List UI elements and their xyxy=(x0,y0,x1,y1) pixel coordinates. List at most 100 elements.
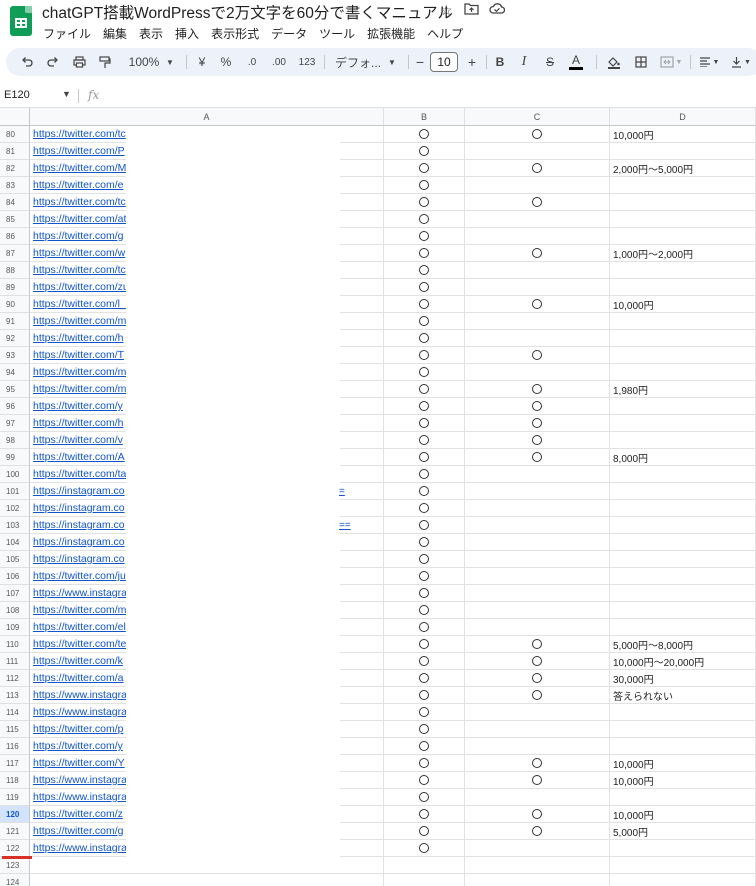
url-link[interactable]: https://twitter.com/A xyxy=(33,451,125,463)
url-link[interactable]: https://twitter.com/P xyxy=(33,145,125,157)
vertical-align-icon[interactable]: ▼ xyxy=(728,48,754,76)
cell-c[interactable] xyxy=(465,517,610,534)
row-number[interactable]: 118 xyxy=(0,772,30,789)
cell-d[interactable]: 10,000円 xyxy=(610,755,756,772)
url-link[interactable]: https://twitter.com/k xyxy=(33,655,123,667)
cell-d[interactable]: 答えられない xyxy=(610,687,756,704)
cell-d[interactable] xyxy=(610,704,756,721)
row-number[interactable]: 96 xyxy=(0,398,30,415)
cell-d[interactable]: 1,980円 xyxy=(610,381,756,398)
cell-c[interactable] xyxy=(465,160,610,177)
cell-d[interactable] xyxy=(610,602,756,619)
cell-b[interactable] xyxy=(384,126,465,143)
url-link[interactable]: https://twitter.com/e xyxy=(33,179,123,191)
row-number[interactable]: 117 xyxy=(0,755,30,772)
cell-c[interactable] xyxy=(465,347,610,364)
cell-c[interactable] xyxy=(465,415,610,432)
cell-d[interactable] xyxy=(610,534,756,551)
row-number[interactable]: 84 xyxy=(0,194,30,211)
column-header-c[interactable]: C xyxy=(465,108,610,126)
cell-b[interactable] xyxy=(384,262,465,279)
row-number[interactable]: 120 xyxy=(0,806,30,823)
cell-c[interactable] xyxy=(465,670,610,687)
url-link[interactable]: https://twitter.com/l_ xyxy=(33,298,126,310)
row-number[interactable]: 98 xyxy=(0,432,30,449)
cell-c[interactable] xyxy=(465,245,610,262)
cell-d[interactable] xyxy=(610,330,756,347)
cell-c[interactable] xyxy=(465,126,610,143)
cell-d[interactable]: 10,000円〜20,000円 xyxy=(610,653,756,670)
name-box[interactable]: E120 xyxy=(4,89,30,101)
cell-b[interactable] xyxy=(384,381,465,398)
cell-c[interactable] xyxy=(465,500,610,517)
cell-b[interactable] xyxy=(384,874,465,886)
italic-button[interactable]: I xyxy=(516,48,532,76)
row-number[interactable]: 102 xyxy=(0,500,30,517)
row-number[interactable]: 99 xyxy=(0,449,30,466)
increase-font-size-button[interactable]: + xyxy=(464,48,480,76)
url-link[interactable]: https://twitter.com/m xyxy=(33,383,126,395)
url-link[interactable]: https://www.instagra xyxy=(33,689,127,701)
row-number[interactable]: 106 xyxy=(0,568,30,585)
cell-d[interactable]: 10,000円 xyxy=(610,126,756,143)
url-link[interactable]: https://instagram.co xyxy=(33,519,125,531)
cell-c[interactable] xyxy=(465,398,610,415)
url-link[interactable]: https://www.instagra xyxy=(33,842,127,854)
cell-c[interactable] xyxy=(465,551,610,568)
url-link[interactable]: https://instagram.co xyxy=(33,553,125,565)
url-link[interactable]: https://twitter.com/el xyxy=(33,621,126,633)
cell-d[interactable]: 10,000円 xyxy=(610,806,756,823)
cell-d[interactable]: 5,000円〜8,000円 xyxy=(610,636,756,653)
row-number[interactable]: 119 xyxy=(0,789,30,806)
cell-d[interactable] xyxy=(610,211,756,228)
row-number[interactable]: 91 xyxy=(0,313,30,330)
cell-c[interactable] xyxy=(465,653,610,670)
cell-b[interactable] xyxy=(384,738,465,755)
url-link[interactable]: https://twitter.com/y xyxy=(33,740,123,752)
row-number[interactable]: 87 xyxy=(0,245,30,262)
cell-b[interactable] xyxy=(384,279,465,296)
cell-b[interactable] xyxy=(384,330,465,347)
menu-edit[interactable]: 編集 xyxy=(103,25,127,41)
row-number[interactable]: 100 xyxy=(0,466,30,483)
cell-b[interactable] xyxy=(384,704,465,721)
cell-d[interactable] xyxy=(610,415,756,432)
row-number[interactable]: 88 xyxy=(0,262,30,279)
cell-c[interactable] xyxy=(465,432,610,449)
row-number[interactable]: 89 xyxy=(0,279,30,296)
select-all-corner[interactable] xyxy=(0,108,30,126)
menu-tools[interactable]: ツール xyxy=(319,25,355,41)
row-number[interactable]: 104 xyxy=(0,534,30,551)
cell-d[interactable] xyxy=(610,738,756,755)
url-link[interactable]: https://twitter.com/a xyxy=(33,672,123,684)
cloud-saved-icon[interactable] xyxy=(489,2,506,18)
cell-d[interactable]: 30,000円 xyxy=(610,670,756,687)
menu-help[interactable]: ヘルプ xyxy=(427,25,463,41)
cell-c[interactable] xyxy=(465,857,610,874)
url-link[interactable]: https://twitter.com/g xyxy=(33,825,123,837)
url-link[interactable]: https://twitter.com/T xyxy=(33,349,124,361)
url-link[interactable]: https://twitter.com/m xyxy=(33,315,126,327)
column-header-d[interactable]: D xyxy=(610,108,756,126)
url-link[interactable]: https://twitter.com/p xyxy=(33,723,123,735)
borders-icon[interactable] xyxy=(632,48,650,76)
menu-insert[interactable]: 挿入 xyxy=(175,25,199,41)
font-size-input[interactable]: 10 xyxy=(430,52,458,72)
row-number[interactable]: 92 xyxy=(0,330,30,347)
url-link[interactable]: https://twitter.com/ta xyxy=(33,468,126,480)
cell-c[interactable] xyxy=(465,704,610,721)
cell-b[interactable] xyxy=(384,517,465,534)
cell-c[interactable] xyxy=(465,330,610,347)
menu-file[interactable]: ファイル xyxy=(43,25,91,41)
cell-b[interactable] xyxy=(384,568,465,585)
fill-color-icon[interactable] xyxy=(604,48,624,76)
url-link[interactable]: https://twitter.com/m xyxy=(33,604,126,616)
cell-b[interactable] xyxy=(384,313,465,330)
cell-b[interactable] xyxy=(384,687,465,704)
row-number[interactable]: 113 xyxy=(0,687,30,704)
cell-d[interactable] xyxy=(610,177,756,194)
url-link[interactable]: https://instagram.co xyxy=(33,502,125,514)
cell-b[interactable] xyxy=(384,534,465,551)
url-link[interactable]: https://www.instagra xyxy=(33,587,127,599)
cell-b[interactable] xyxy=(384,211,465,228)
